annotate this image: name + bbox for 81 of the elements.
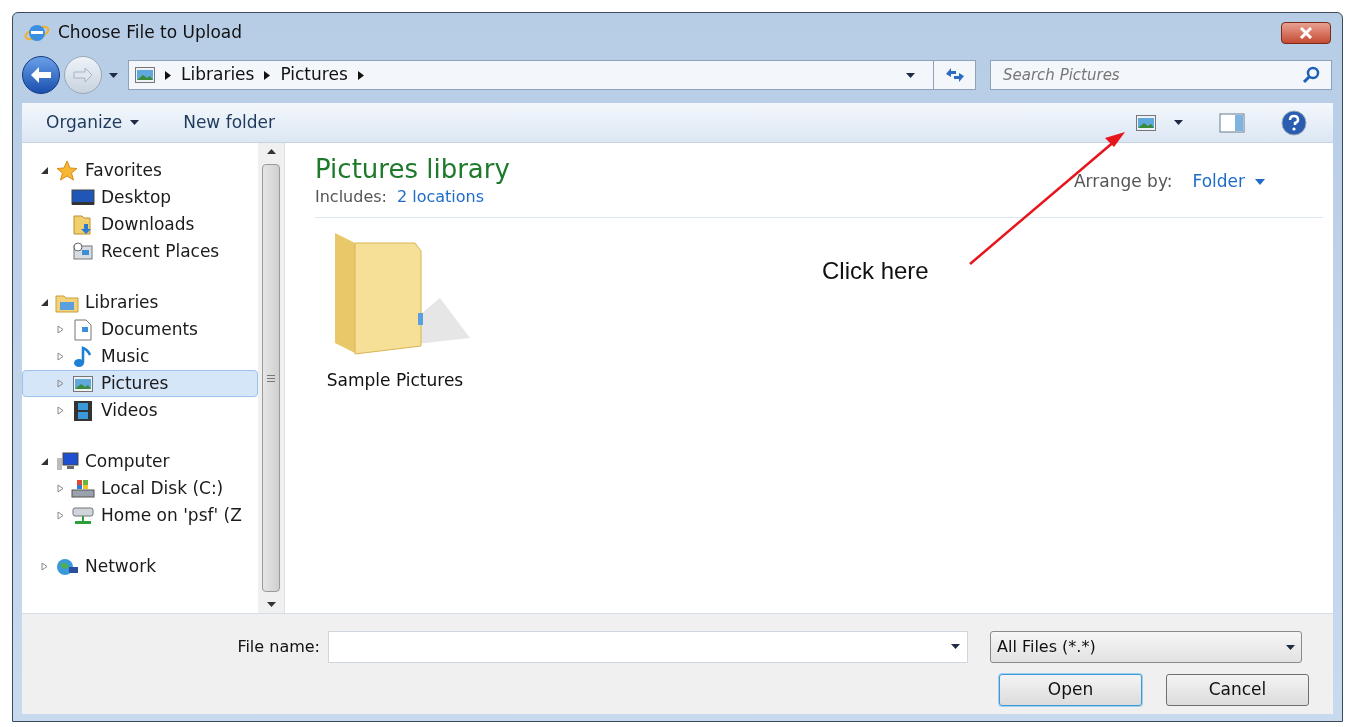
tree-item[interactable]: Local Disk (C:)	[22, 475, 258, 502]
scrollbar-thumb[interactable]	[262, 164, 280, 592]
breadcrumb-item[interactable]: Libraries	[181, 62, 255, 88]
expand-arrow-icon[interactable]	[55, 379, 65, 388]
picture-icon	[73, 375, 93, 392]
tree-item[interactable]: Videos	[22, 397, 258, 424]
dropdown-caret-icon	[951, 644, 960, 649]
dropdown-caret-icon	[1286, 644, 1295, 650]
scroll-down-icon	[266, 602, 276, 607]
window-title: Choose File to Upload	[58, 21, 243, 45]
grip-icon	[267, 374, 275, 382]
collapse-arrow-icon[interactable]	[39, 298, 49, 307]
expand-arrow-icon[interactable]	[55, 406, 65, 415]
scrollbar[interactable]	[258, 143, 284, 613]
tree-item[interactable]: Home on 'psf' (Z	[22, 502, 258, 529]
monitor-icon	[71, 188, 95, 207]
preview-pane-icon	[1219, 112, 1245, 133]
expand-arrow-icon[interactable]	[55, 511, 65, 520]
includes-label: Includes:	[315, 186, 387, 208]
expand-arrow-icon[interactable]	[55, 484, 65, 493]
tree-item[interactable]: Pictures	[22, 370, 258, 397]
search-icon	[1302, 66, 1320, 84]
folder-item[interactable]: Sample Pictures	[315, 228, 475, 394]
toolbar-button[interactable]: Organize	[38, 107, 148, 138]
forward-arrow-icon	[73, 67, 93, 83]
address-bar[interactable]: Libraries Pictures	[128, 60, 976, 90]
recent-places-icon	[72, 241, 94, 262]
chevron-icon	[357, 70, 364, 80]
caret-icon	[905, 72, 915, 78]
view-icon	[1136, 114, 1156, 131]
caret-icon	[1174, 120, 1183, 125]
music-note-icon	[73, 345, 93, 368]
expand-arrow-icon[interactable]	[39, 562, 49, 571]
annotation-text: Click here	[822, 256, 929, 286]
folder-icon	[55, 292, 79, 313]
dialog-button[interactable]: Cancel	[1166, 674, 1309, 706]
star-icon	[56, 159, 78, 182]
network-drive-icon	[71, 505, 95, 526]
arrange-by-label: Arrange by:	[1073, 170, 1173, 193]
dialog-button[interactable]: Open	[999, 674, 1142, 706]
file-name-label: File name:	[236, 636, 321, 658]
back-arrow-icon	[30, 66, 52, 84]
tree-item[interactable]: Desktop	[22, 184, 258, 211]
tree-item[interactable]: Network	[22, 553, 258, 580]
expand-arrow-icon[interactable]	[55, 352, 65, 361]
help-icon	[1281, 109, 1307, 136]
close-button[interactable]	[1281, 22, 1331, 44]
computer-icon	[55, 451, 79, 472]
tree-item[interactable]: Recent Places	[22, 238, 258, 265]
library-icon	[135, 67, 155, 83]
tree-item[interactable]: Computer	[22, 448, 258, 475]
drive-icon	[71, 478, 95, 499]
search-field[interactable]: Search Pictures	[990, 60, 1332, 90]
locations-link[interactable]: 2 locations	[396, 185, 485, 209]
chevron-icon	[264, 70, 271, 80]
globe-icon	[55, 556, 79, 577]
document-icon	[74, 318, 92, 341]
collapse-arrow-icon[interactable]	[39, 457, 49, 466]
tree-item[interactable]: Music	[22, 343, 258, 370]
file-name-field[interactable]	[328, 631, 968, 663]
download-folder-icon	[72, 213, 94, 236]
close-icon	[1299, 27, 1313, 39]
film-icon	[73, 399, 93, 422]
tree-item[interactable]: Documents	[22, 316, 258, 343]
toolbar-button[interactable]: New folder	[175, 107, 283, 138]
scroll-up-icon	[266, 149, 276, 154]
tree-item[interactable]: Libraries	[22, 289, 258, 316]
arrange-by-dropdown[interactable]: Folder	[1192, 169, 1265, 195]
refresh-icon	[943, 67, 966, 83]
expand-arrow-icon[interactable]	[55, 325, 65, 334]
library-title: Pictures library	[315, 153, 510, 185]
caret-icon	[108, 72, 118, 78]
caret-icon	[1255, 178, 1265, 185]
breadcrumb-item[interactable]: Pictures	[280, 62, 348, 88]
tree-item[interactable]: Downloads	[22, 211, 258, 238]
caret-icon	[130, 120, 140, 125]
file-type-select[interactable]: All Files (*.*)	[990, 631, 1302, 663]
collapse-arrow-icon[interactable]	[39, 166, 49, 175]
chevron-icon	[165, 70, 171, 80]
back-button[interactable]	[22, 56, 60, 94]
tree-item[interactable]: Favorites	[22, 157, 258, 184]
